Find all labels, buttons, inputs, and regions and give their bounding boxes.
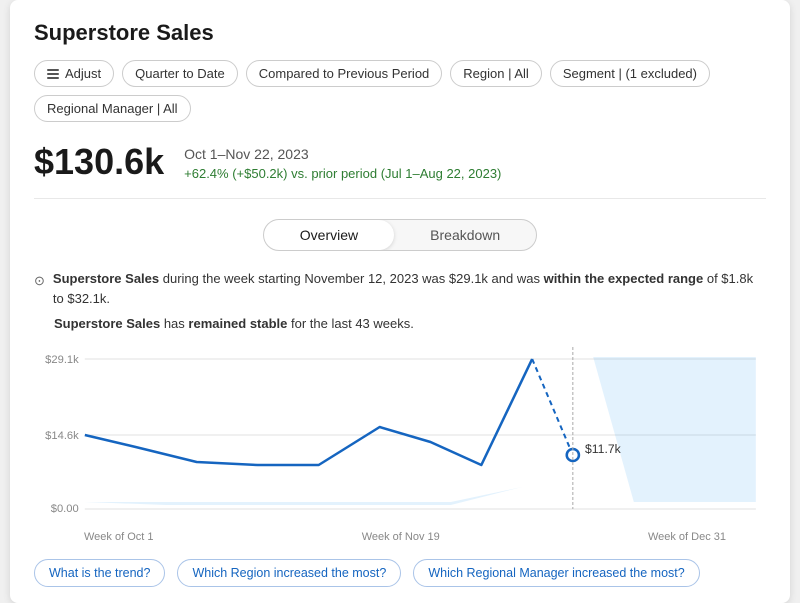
- insight-section: ⊙ Superstore Sales during the week start…: [34, 269, 766, 335]
- quarter-label: Quarter to Date: [135, 66, 225, 81]
- question-links: What is the trend? Which Region increase…: [34, 559, 766, 587]
- metric-change: +62.4% (+$50.2k) vs. prior period (Jul 1…: [184, 166, 501, 181]
- tab-overview[interactable]: Overview: [264, 220, 394, 250]
- x-label-oct: Week of Oct 1: [84, 531, 154, 543]
- x-label-nov: Week of Nov 19: [362, 531, 440, 543]
- svg-text:$0.00: $0.00: [51, 503, 79, 515]
- main-card: Superstore Sales Adjust Quarter to Date …: [10, 0, 790, 603]
- segment-button[interactable]: Segment | (1 excluded): [550, 60, 710, 87]
- segment-label: Segment | (1 excluded): [563, 66, 697, 81]
- question-link-trend[interactable]: What is the trend?: [34, 559, 165, 587]
- metric-period: Oct 1–Nov 22, 2023: [184, 146, 501, 162]
- svg-text:$29.1k: $29.1k: [45, 354, 79, 366]
- region-label: Region | All: [463, 66, 529, 81]
- tabs: Overview Breakdown: [263, 219, 537, 251]
- expected-range-band: [85, 357, 756, 505]
- metric-value: $130.6k: [34, 142, 164, 182]
- regional-manager-button[interactable]: Regional Manager | All: [34, 95, 191, 122]
- page-title: Superstore Sales: [34, 20, 766, 46]
- main-line-dashed: [532, 359, 573, 455]
- svg-text:$14.6k: $14.6k: [45, 430, 79, 442]
- quarter-to-date-button[interactable]: Quarter to Date: [122, 60, 238, 87]
- question-link-region[interactable]: Which Region increased the most?: [177, 559, 401, 587]
- insight-line2: Superstore Sales has remained stable for…: [34, 314, 766, 335]
- x-axis-labels: Week of Oct 1 Week of Nov 19 Week of Dec…: [34, 531, 766, 543]
- main-line-solid: [85, 359, 532, 465]
- x-label-dec: Week of Dec 31: [648, 531, 726, 543]
- insight-line1: ⊙ Superstore Sales during the week start…: [34, 269, 766, 311]
- adjust-label: Adjust: [65, 66, 101, 81]
- toolbar: Adjust Quarter to Date Compared to Previ…: [34, 60, 766, 122]
- regional-manager-label: Regional Manager | All: [47, 101, 178, 116]
- tab-breakdown[interactable]: Breakdown: [394, 220, 536, 250]
- region-button[interactable]: Region | All: [450, 60, 542, 87]
- compared-to-previous-button[interactable]: Compared to Previous Period: [246, 60, 443, 87]
- chart-svg: $29.1k $14.6k $0.00 $11.7k: [34, 347, 766, 527]
- metric-detail: Oct 1–Nov 22, 2023 +62.4% (+$50.2k) vs. …: [184, 142, 501, 181]
- grid-icon: [47, 69, 59, 79]
- metric-section: $130.6k Oct 1–Nov 22, 2023 +62.4% (+$50.…: [34, 142, 766, 199]
- tabs-container: Overview Breakdown: [34, 219, 766, 251]
- chart-area: $29.1k $14.6k $0.00 $11.7k: [34, 347, 766, 527]
- pin-icon: ⊙: [34, 271, 45, 292]
- adjust-button[interactable]: Adjust: [34, 60, 114, 87]
- compared-label: Compared to Previous Period: [259, 66, 430, 81]
- question-link-manager[interactable]: Which Regional Manager increased the mos…: [413, 559, 699, 587]
- svg-text:$11.7k: $11.7k: [585, 442, 622, 456]
